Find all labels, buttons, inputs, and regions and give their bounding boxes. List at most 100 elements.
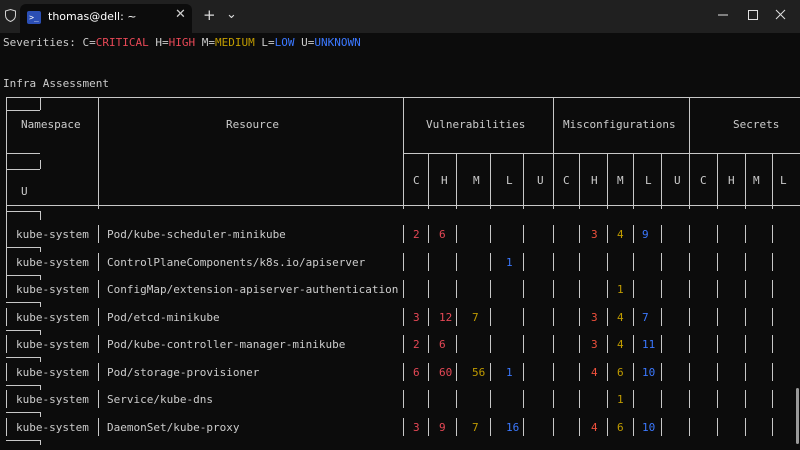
table-border <box>490 418 491 436</box>
row-resource: Pod/etcd-minikube <box>107 311 220 324</box>
table-border <box>523 363 524 381</box>
table-border <box>745 335 746 353</box>
table-border <box>403 390 404 408</box>
table-border <box>40 211 41 220</box>
misconfig-count: 11 <box>642 338 656 351</box>
row-resource: Pod/kube-controller-manager-minikube <box>107 338 346 351</box>
table-border <box>633 225 634 243</box>
table-border <box>689 418 690 436</box>
table-border <box>6 302 40 303</box>
table-border <box>490 280 491 298</box>
vuln-count: 56 <box>472 366 486 379</box>
severity-column-header: H <box>591 174 598 187</box>
row-namespace: kube-system <box>16 366 89 379</box>
severities-legend: Severities: C=CRITICAL H=HIGH M=MEDIUM L… <box>3 36 361 49</box>
table-border <box>428 280 429 298</box>
tab-dropdown-button[interactable]: ⌄ <box>226 7 237 22</box>
misconfig-count: 4 <box>617 311 624 324</box>
table-border <box>40 302 41 307</box>
severity-label: MEDIUM <box>214 36 255 49</box>
table-border <box>40 412 41 417</box>
table-border <box>772 390 773 408</box>
severity-column-header: C <box>413 174 420 187</box>
table-border <box>40 275 41 280</box>
table-border <box>607 280 608 298</box>
severity-label: HIGH <box>168 36 196 49</box>
table-border <box>661 390 662 408</box>
table-border <box>98 97 99 153</box>
vuln-count: 7 <box>472 421 479 434</box>
misconfig-count: 4 <box>617 228 624 241</box>
table-border <box>403 308 404 326</box>
table-border <box>6 385 40 386</box>
table-border <box>745 390 746 408</box>
table-border <box>689 225 690 243</box>
table-border <box>689 280 690 298</box>
terminal-tab[interactable]: >_ thomas@dell: ~ ✕ <box>20 4 192 33</box>
close-window-button[interactable] <box>758 0 800 32</box>
row-namespace: kube-system <box>16 311 89 324</box>
table-border <box>553 308 554 326</box>
row-resource: ConfigMap/extension-apiserver-authentica… <box>107 283 399 296</box>
severity-key: M= <box>195 36 215 49</box>
severity-label: LOW <box>274 36 295 49</box>
table-border <box>523 225 524 243</box>
vuln-count: 60 <box>439 366 453 379</box>
table-border <box>456 308 457 326</box>
table-border <box>403 253 404 271</box>
severity-column-header: H <box>728 174 735 187</box>
header-vulnerabilities: Vulnerabilities <box>426 118 526 131</box>
table-border <box>579 153 580 209</box>
table-border <box>745 153 746 209</box>
vuln-count: 6 <box>439 338 446 351</box>
tab-close-icon[interactable]: ✕ <box>175 7 186 22</box>
table-border <box>98 418 99 436</box>
scrollbar-thumb[interactable] <box>796 388 799 444</box>
terminal-output[interactable]: Severities: C=CRITICAL H=HIGH M=MEDIUM L… <box>0 33 800 450</box>
severity-label: CRITICAL <box>95 36 149 49</box>
table-border <box>403 335 404 353</box>
table-border <box>456 280 457 298</box>
table-border <box>633 363 634 381</box>
tab-title: thomas@dell: ~ <box>48 10 137 23</box>
table-border <box>745 225 746 243</box>
new-tab-button[interactable]: + <box>203 6 216 24</box>
table-border <box>403 225 404 243</box>
table-border <box>745 280 746 298</box>
table-border <box>456 153 457 209</box>
table-border <box>490 153 491 209</box>
severity-key: U= <box>294 36 315 49</box>
severity-label: UNKNOWN <box>314 36 361 49</box>
misconfig-count: 3 <box>591 228 598 241</box>
table-border <box>772 363 773 381</box>
table-border <box>6 335 7 353</box>
table-border <box>428 335 429 353</box>
table-border <box>717 363 718 381</box>
row-namespace: kube-system <box>16 338 89 351</box>
table-border <box>428 390 429 408</box>
severity-column-header: C <box>700 174 707 187</box>
severity-key: L= <box>254 36 275 49</box>
table-border <box>717 280 718 298</box>
table-border <box>6 412 40 413</box>
misconfig-count: 3 <box>591 338 598 351</box>
header-resource: Resource <box>226 118 279 131</box>
table-border <box>717 335 718 353</box>
table-border <box>6 440 40 441</box>
table-border <box>745 418 746 436</box>
misconfig-count: 3 <box>591 311 598 324</box>
table-border <box>772 308 773 326</box>
misconfig-count: 10 <box>642 421 656 434</box>
vuln-count: 6 <box>439 228 446 241</box>
header-secrets: Secrets <box>733 118 780 131</box>
table-border <box>403 280 404 298</box>
table-border <box>579 308 580 326</box>
table-border <box>689 253 690 271</box>
table-border <box>689 335 690 353</box>
table-border <box>607 153 608 209</box>
shield-icon[interactable] <box>5 9 16 22</box>
row-namespace: kube-system <box>16 228 89 241</box>
table-border <box>6 363 7 381</box>
table-border <box>456 335 457 353</box>
table-border <box>6 169 40 170</box>
